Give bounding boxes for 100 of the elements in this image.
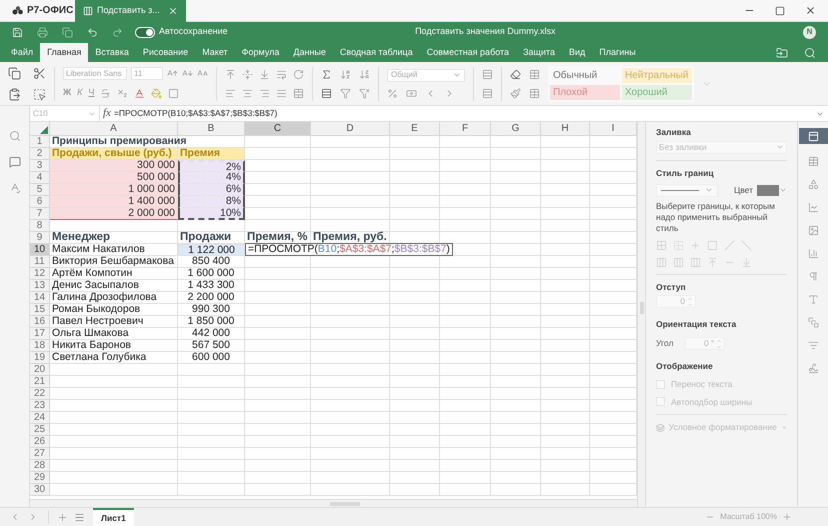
menu-tab[interactable]: Сводная таблица xyxy=(332,43,420,62)
table-cell: 850 400 xyxy=(178,256,245,268)
table-cell: Артём Компотин xyxy=(50,268,178,280)
user-avatar[interactable]: N xyxy=(803,26,816,38)
function-label[interactable]: fx xyxy=(100,105,114,122)
menu-tab[interactable]: Макет xyxy=(195,43,235,62)
menu-tab[interactable]: Совместная работа xyxy=(420,43,516,62)
table-cell: 1 122 000 xyxy=(178,244,245,256)
row-header[interactable]: 29 xyxy=(30,472,50,484)
format-letter-button[interactable]: Ж xyxy=(63,86,72,100)
section-title: Ориентация текста xyxy=(656,318,738,331)
row-header[interactable]: 23 xyxy=(30,400,50,412)
row-header[interactable]: 17 xyxy=(30,328,50,340)
column-header[interactable]: F xyxy=(440,122,491,136)
row-header[interactable]: 10 xyxy=(30,244,50,256)
row-header[interactable]: 16 xyxy=(30,316,50,328)
row-header[interactable]: 5 xyxy=(30,184,50,196)
menu-tab[interactable]: Главная xyxy=(40,43,88,62)
cell-text: Принципы премирования xyxy=(52,136,186,147)
document-tab[interactable]: Подставить з... xyxy=(75,0,186,22)
column-header[interactable]: D xyxy=(311,122,390,136)
row-header[interactable]: 24 xyxy=(30,412,50,424)
sheet-tab[interactable]: Лист1 xyxy=(93,508,134,526)
row-header[interactable]: 22 xyxy=(30,388,50,400)
font-name-field[interactable]: Liberation Sans xyxy=(63,67,127,80)
row-header[interactable]: 18 xyxy=(30,340,50,352)
font-size-field[interactable]: 11 xyxy=(131,67,163,80)
menu-tab[interactable]: Данные xyxy=(286,43,333,62)
row-header[interactable]: 8 xyxy=(30,220,50,232)
row-header[interactable]: 13 xyxy=(30,280,50,292)
menu-tab[interactable]: Вид xyxy=(562,43,592,62)
table-cell: 8% xyxy=(178,196,245,208)
menu-tab[interactable]: Рисование xyxy=(136,43,196,62)
column-header[interactable]: A xyxy=(50,122,178,136)
table-cell: Продажи, свыше (руб.) xyxy=(50,148,178,160)
row-header[interactable]: 26 xyxy=(30,436,50,448)
section-title: Отступ xyxy=(656,280,687,294)
section-title: Стиль границ xyxy=(656,166,715,180)
column-header[interactable]: C xyxy=(245,122,311,136)
row-header[interactable]: 1 xyxy=(30,136,50,148)
row-header[interactable]: 2 xyxy=(30,148,50,160)
checkbox-label: Автоподбор ширины xyxy=(671,396,752,408)
autosave-label: Автосохранение xyxy=(159,25,228,38)
table-cell: 1 000 000 xyxy=(50,184,178,196)
table-cell: Павел Нестроевич xyxy=(50,316,178,328)
menu-tab[interactable]: Вставка xyxy=(88,43,136,62)
table-cell: Премия xyxy=(178,148,245,160)
table-cell: Менеджер xyxy=(50,232,178,244)
table-cell: 1 600 000 xyxy=(178,268,245,280)
app-logo: Р7-ОФИС xyxy=(27,4,74,18)
row-header[interactable]: 28 xyxy=(30,460,50,472)
menu-tab[interactable]: Формула xyxy=(234,43,286,62)
number-format-field[interactable]: Общий xyxy=(387,68,465,82)
column-header[interactable]: H xyxy=(541,122,590,136)
table-cell: 1 400 000 xyxy=(50,196,178,208)
row-header[interactable]: 6 xyxy=(30,196,50,208)
format-letter-button[interactable]: К xyxy=(77,86,82,100)
row-header[interactable]: 3 xyxy=(30,160,50,172)
table-cell: 6% xyxy=(178,184,245,196)
row-header[interactable]: 21 xyxy=(30,376,50,388)
table-cell: 2 200 000 xyxy=(178,292,245,304)
table-cell: Максим Накатилов xyxy=(50,244,178,256)
table-cell: 1 433 300 xyxy=(178,280,245,292)
table-cell: 567 500 xyxy=(178,340,245,352)
table-cell: Роман Быкодоров xyxy=(50,304,178,316)
section-title: Отображение xyxy=(656,360,714,373)
checkbox-label: Перенос текста xyxy=(671,378,732,390)
format-letter-button[interactable]: Ч xyxy=(88,86,94,100)
table-cell: Галина Дрозофилова xyxy=(50,292,178,304)
row-header[interactable]: 9 xyxy=(30,232,50,244)
table-cell: 442 000 xyxy=(178,328,245,340)
table-cell: Ольга Шмакова xyxy=(50,328,178,340)
border-hint: Выберите границы, к которым надо применить выбранный стиль xyxy=(656,200,776,234)
table-cell: Никита Баронов xyxy=(50,340,178,352)
menu-tab[interactable]: Защита xyxy=(516,43,562,62)
formula-text[interactable]: =ПРОСМОТР(B10;$A$3:$A$7;$B$3:$B$7) xyxy=(114,107,278,120)
row-header[interactable]: 19 xyxy=(30,352,50,364)
table-cell: 300 000 xyxy=(50,160,178,172)
row-header[interactable]: 7 xyxy=(30,208,50,220)
column-header[interactable]: E xyxy=(390,122,440,136)
table-cell: 600 000 xyxy=(178,352,245,364)
row-header[interactable]: 14 xyxy=(30,292,50,304)
row-header[interactable]: 20 xyxy=(30,364,50,376)
row-header[interactable]: 27 xyxy=(30,448,50,460)
table-cell: Денис Засыпалов xyxy=(50,280,178,292)
menu-tab[interactable]: Плагины xyxy=(592,43,643,62)
row-header[interactable]: 11 xyxy=(30,256,50,268)
column-header[interactable]: G xyxy=(491,122,541,136)
table-cell: 10% xyxy=(178,208,245,220)
document-title: Подставить значения Dummy.xlsx xyxy=(415,25,556,38)
table-cell: 2 000 000 xyxy=(50,208,178,220)
row-header[interactable]: 4 xyxy=(30,172,50,184)
row-header[interactable]: 12 xyxy=(30,268,50,280)
row-header[interactable]: 15 xyxy=(30,304,50,316)
formula-in-cell[interactable]: =ПРОСМОТР(B10;$A$3:$A$7;$B$3:$B$7) xyxy=(245,243,453,256)
angle-label: Угол xyxy=(656,337,674,350)
row-header[interactable]: 30 xyxy=(30,484,50,496)
menu-tab[interactable]: Файл xyxy=(4,43,40,62)
table-cell: 4% xyxy=(178,172,245,184)
row-header[interactable]: 25 xyxy=(30,424,50,436)
